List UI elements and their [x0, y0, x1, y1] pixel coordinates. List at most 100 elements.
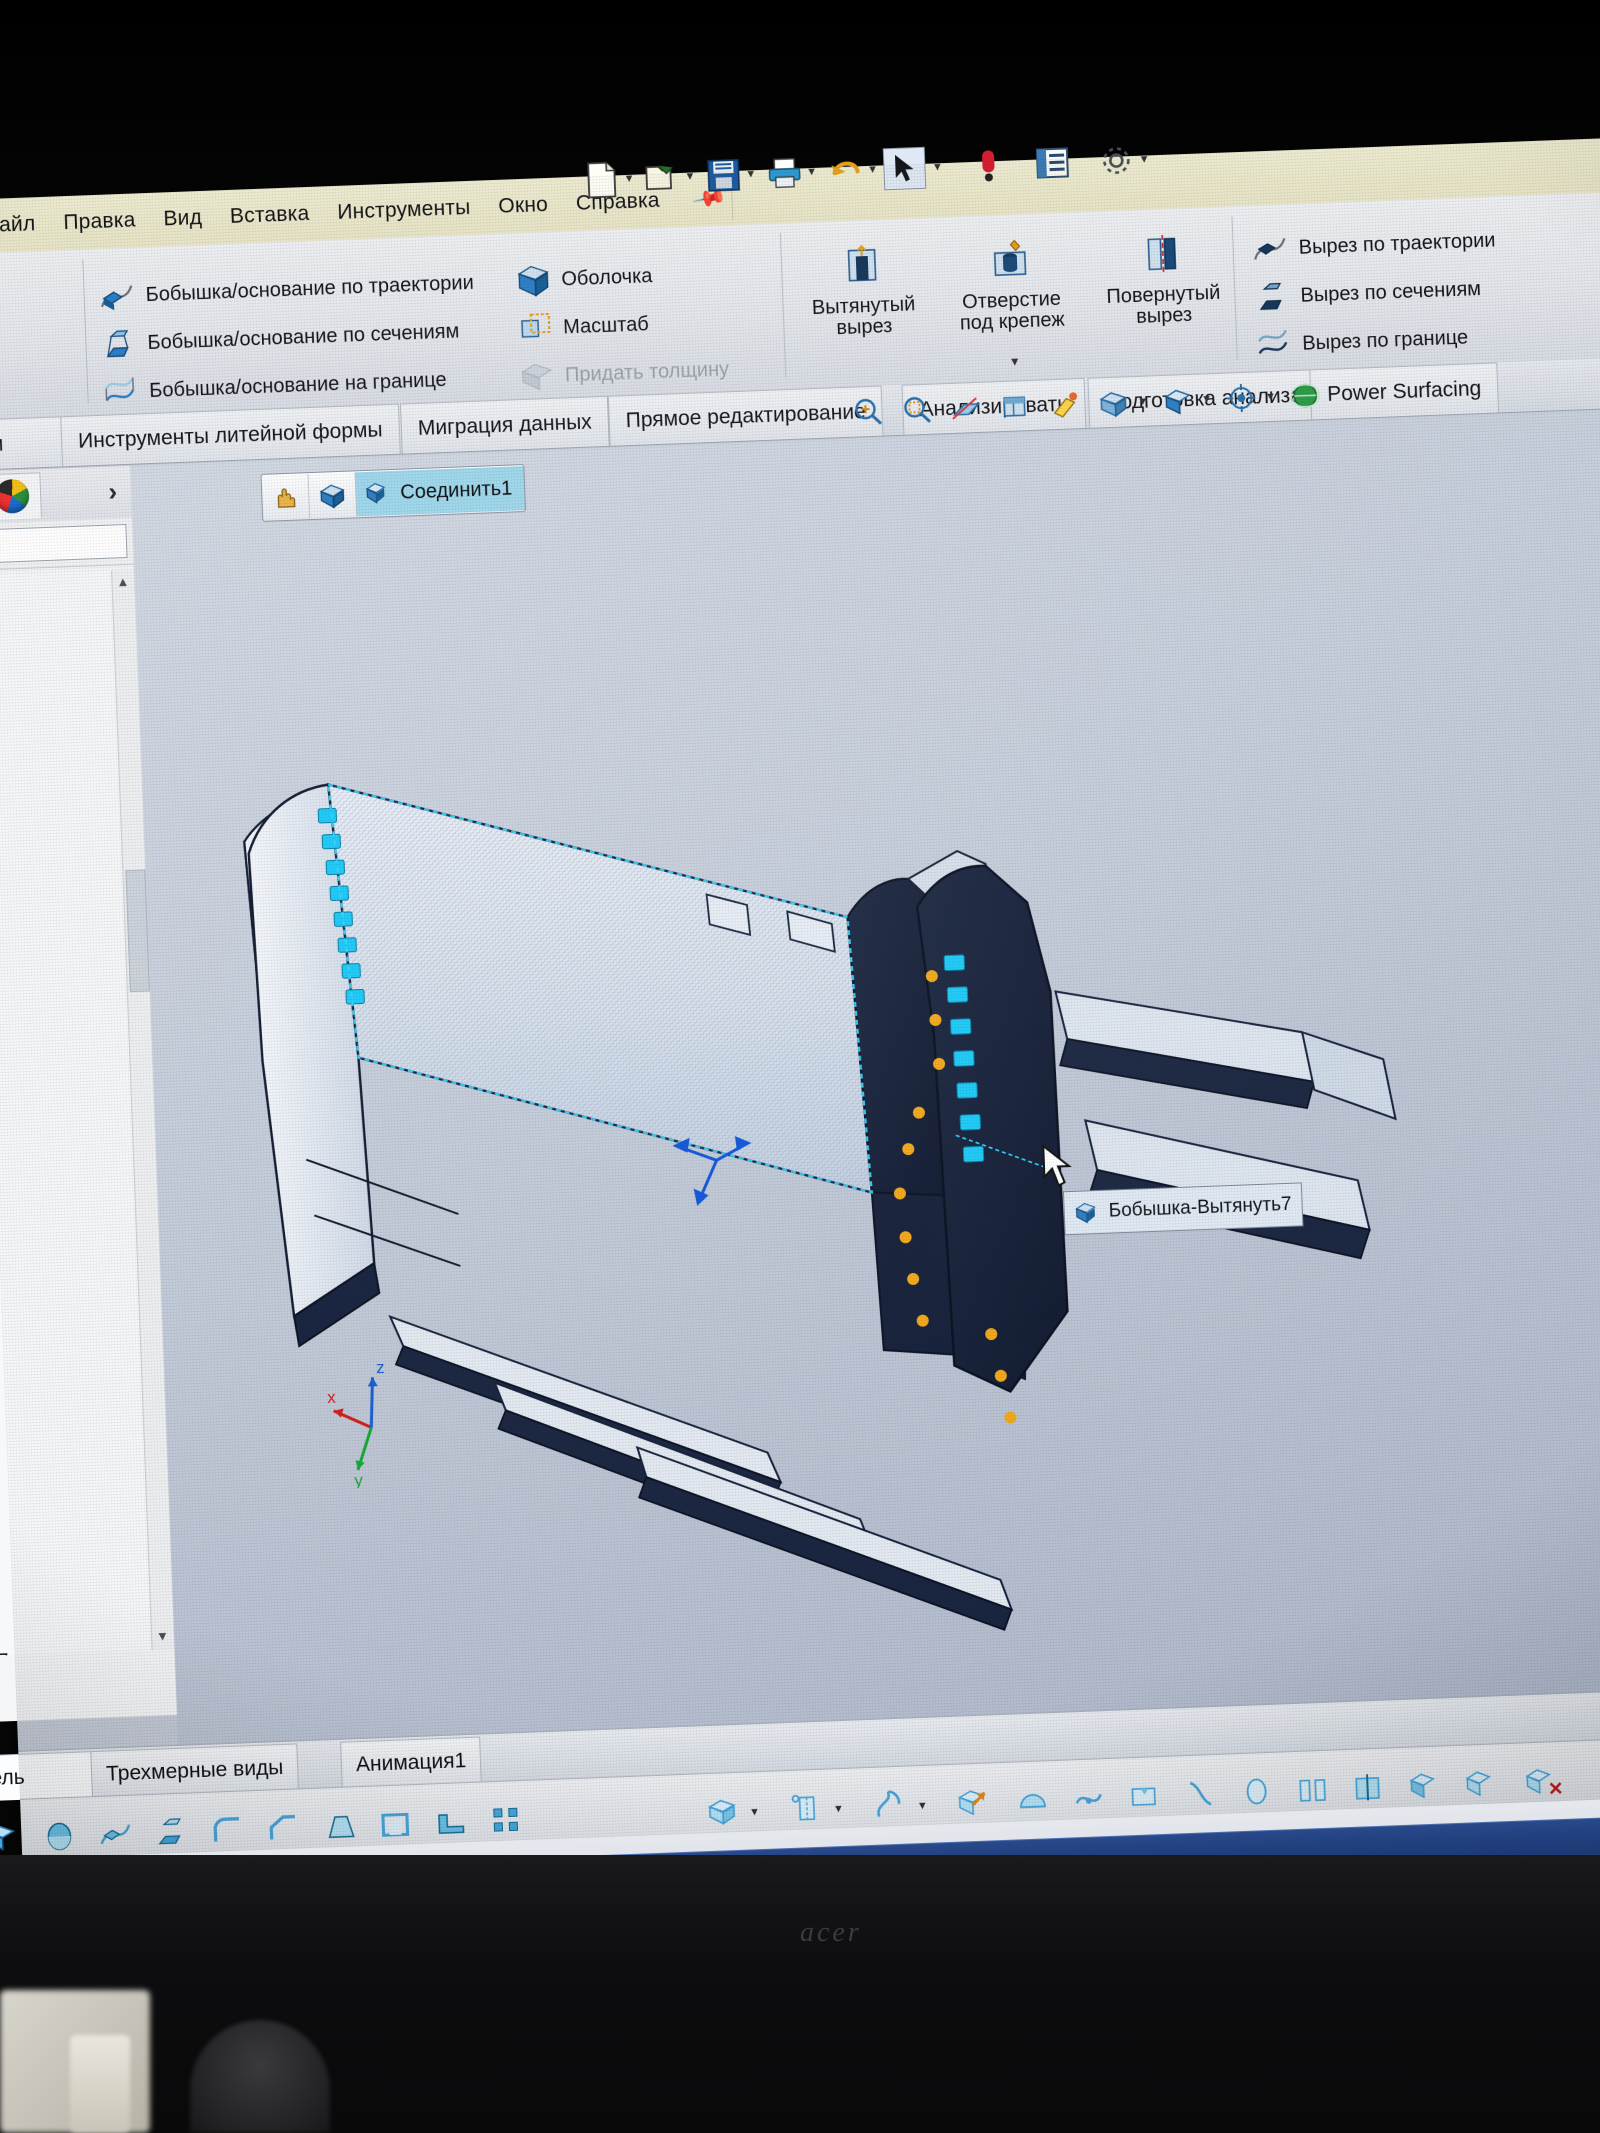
- section-view-icon[interactable]: [782, 1786, 828, 1832]
- tab-data-migration[interactable]: Миграция данных: [399, 395, 610, 454]
- ribbon-label-scale: Масштаб: [562, 312, 650, 338]
- display-style-icon[interactable]: [700, 1789, 746, 1835]
- ribbon-group-cuts-big: Вытянутый вырез Отверстие под крепеж ▼ П…: [798, 214, 1244, 388]
- chevron-down-icon[interactable]: ▼: [1137, 396, 1148, 408]
- shell-icon[interactable]: [372, 1801, 418, 1847]
- rebuild-icon[interactable]: [966, 143, 1012, 189]
- ribbon-label-revolved-cut-l2: вырез: [1135, 304, 1193, 329]
- ribbon-label-shell: Оболочка: [560, 264, 653, 290]
- menu-item-edit[interactable]: Правка: [49, 208, 150, 236]
- model-view[interactable]: [130, 408, 1600, 1745]
- doc-tab-label: Трехмерные виды: [105, 1755, 284, 1786]
- tab-label: Power Surfacing: [1326, 376, 1482, 406]
- tab-label: Инструменты литейной формы: [77, 417, 383, 453]
- ribbon-group-shell: Оболочка Масштаб Придать толщину: [514, 238, 770, 405]
- section-view-icon[interactable]: [946, 388, 987, 429]
- ribbon-button-swept-cut[interactable]: Вырез по траектории: [1250, 220, 1496, 269]
- tab-power-surfacing[interactable]: Power Surfacing: [1309, 362, 1500, 420]
- ribbon-label-sweep-boss: Бобышка/основание по траектории: [145, 271, 475, 306]
- revolve-boss-icon[interactable]: [37, 1814, 83, 1860]
- menu-item-tools[interactable]: Инструменты: [323, 195, 485, 225]
- feature-manager-search: [0, 517, 134, 576]
- appearance-icon[interactable]: [1044, 384, 1085, 425]
- chevron-up-icon[interactable]: ▲: [116, 574, 129, 589]
- rib-icon[interactable]: [428, 1799, 474, 1845]
- feature-tooltip: Бобышка-Вытянуть7: [1062, 1182, 1304, 1236]
- chevron-down-icon[interactable]: ▼: [1265, 391, 1276, 403]
- view-orientation-icon[interactable]: [995, 386, 1036, 427]
- wrap-icon[interactable]: [1234, 1769, 1280, 1815]
- ribbon-button-loft-boss[interactable]: Бобышка/основание по сечениям: [99, 311, 460, 364]
- search-input[interactable]: [0, 523, 128, 569]
- ribbon-label-lofted-cut: Вырез по сечениям: [1300, 277, 1482, 307]
- save-icon[interactable]: [701, 153, 747, 199]
- chevron-down-icon[interactable]: ▼: [684, 170, 695, 182]
- select-arrow-icon[interactable]: [883, 146, 927, 191]
- featuremanager-tree-tab[interactable]: [0, 472, 42, 521]
- chevron-down-icon[interactable]: ▼: [806, 166, 817, 178]
- chevron-down-icon[interactable]: ▼: [1009, 354, 1021, 368]
- new-document-icon[interactable]: [579, 157, 625, 203]
- ribbon-button-scale[interactable]: Масштаб: [516, 304, 649, 349]
- display-style-icon[interactable]: [1093, 382, 1134, 423]
- spline-icon[interactable]: [866, 1782, 912, 1828]
- ribbon-button-thicken: Придать толщину: [518, 349, 729, 397]
- deform-icon[interactable]: [1066, 1775, 1112, 1821]
- pattern-icon[interactable]: [484, 1797, 530, 1843]
- chevron-down-icon[interactable]: ▼: [932, 161, 943, 173]
- zoom-to-fit-icon[interactable]: [848, 391, 889, 432]
- triad-z-label: z: [376, 1358, 385, 1377]
- print-icon[interactable]: [761, 150, 807, 196]
- dome-icon[interactable]: [1010, 1777, 1056, 1823]
- tab-direct-editing[interactable]: Прямое редактирование: [607, 385, 884, 446]
- undo-icon[interactable]: [822, 148, 868, 194]
- chevron-right-icon[interactable]: ›: [108, 476, 118, 507]
- cavity-icon[interactable]: [1458, 1760, 1504, 1806]
- hide-show-items-icon[interactable]: [1157, 380, 1198, 421]
- menu-item-insert[interactable]: Вставка: [216, 201, 324, 229]
- chamfer-icon[interactable]: [260, 1805, 306, 1851]
- doc-tab-animation[interactable]: Анимация1: [340, 1736, 483, 1788]
- indent-icon[interactable]: [1122, 1773, 1168, 1819]
- ribbon-button-shell[interactable]: Оболочка: [515, 256, 653, 301]
- chevron-down-icon[interactable]: ▼: [623, 173, 634, 185]
- settings-gear-icon[interactable]: [1094, 138, 1140, 184]
- fillet-icon[interactable]: [205, 1807, 251, 1853]
- zoom-area-icon[interactable]: [897, 389, 938, 430]
- chevron-down-icon[interactable]: ▼: [833, 1803, 844, 1815]
- flex-icon[interactable]: [1178, 1771, 1224, 1817]
- tab-label: Миграция данных: [417, 409, 593, 440]
- ribbon-button-lofted-cut[interactable]: Вырез по сечениям: [1252, 269, 1482, 318]
- coordinate-triad: x y z: [324, 1355, 439, 1494]
- tree-item-mirror7[interactable]: е отражение7: [0, 1630, 153, 1661]
- loft-boss-icon[interactable]: [149, 1809, 195, 1855]
- chevron-down-icon[interactable]: ▼: [1138, 153, 1149, 165]
- chevron-down-icon[interactable]: ▼: [749, 1806, 760, 1818]
- split-icon[interactable]: [1346, 1764, 1392, 1810]
- menu-item-view[interactable]: Вид: [149, 205, 216, 231]
- edit-appearance-icon[interactable]: [1220, 377, 1261, 418]
- chevron-down-icon[interactable]: ▼: [867, 164, 878, 176]
- ribbon-button-revolved-cut[interactable]: Повернутый вырез: [1098, 231, 1227, 330]
- menu-item-file[interactable]: Файл: [0, 212, 50, 239]
- monitor-brand: acer: [800, 1917, 862, 1948]
- ribbon-button-hole-wizard[interactable]: Отверстие под крепеж ▼: [934, 236, 1087, 369]
- draft-icon[interactable]: [316, 1803, 362, 1849]
- apply-scene-icon[interactable]: [1284, 375, 1325, 416]
- intersect-icon[interactable]: [1290, 1767, 1336, 1813]
- join-icon[interactable]: [1402, 1762, 1448, 1808]
- options-list-icon[interactable]: [1030, 140, 1076, 186]
- sweep-boss-icon[interactable]: [93, 1812, 139, 1858]
- ribbon-button-boundary-cut[interactable]: Вырез по границе: [1254, 318, 1469, 366]
- ribbon-button-sweep-boss[interactable]: Бобышка/основание по траектории: [97, 263, 474, 317]
- chevron-down-icon[interactable]: ▼: [917, 1800, 928, 1812]
- chevron-down-icon[interactable]: ▼: [156, 1628, 169, 1643]
- graphics-area[interactable]: Соединить1 x y z Бобышка-Вытянуть7: [130, 408, 1600, 1745]
- move-face-icon[interactable]: [950, 1779, 996, 1825]
- chevron-down-icon[interactable]: ▼: [1201, 393, 1212, 405]
- ribbon-button-extruded-cut[interactable]: Вытянутый вырез: [798, 242, 927, 341]
- open-document-icon[interactable]: [640, 155, 686, 201]
- chevron-down-icon[interactable]: ▼: [745, 168, 756, 180]
- menu-item-window[interactable]: Окно: [484, 192, 562, 219]
- delete-body-icon[interactable]: [1520, 1758, 1566, 1804]
